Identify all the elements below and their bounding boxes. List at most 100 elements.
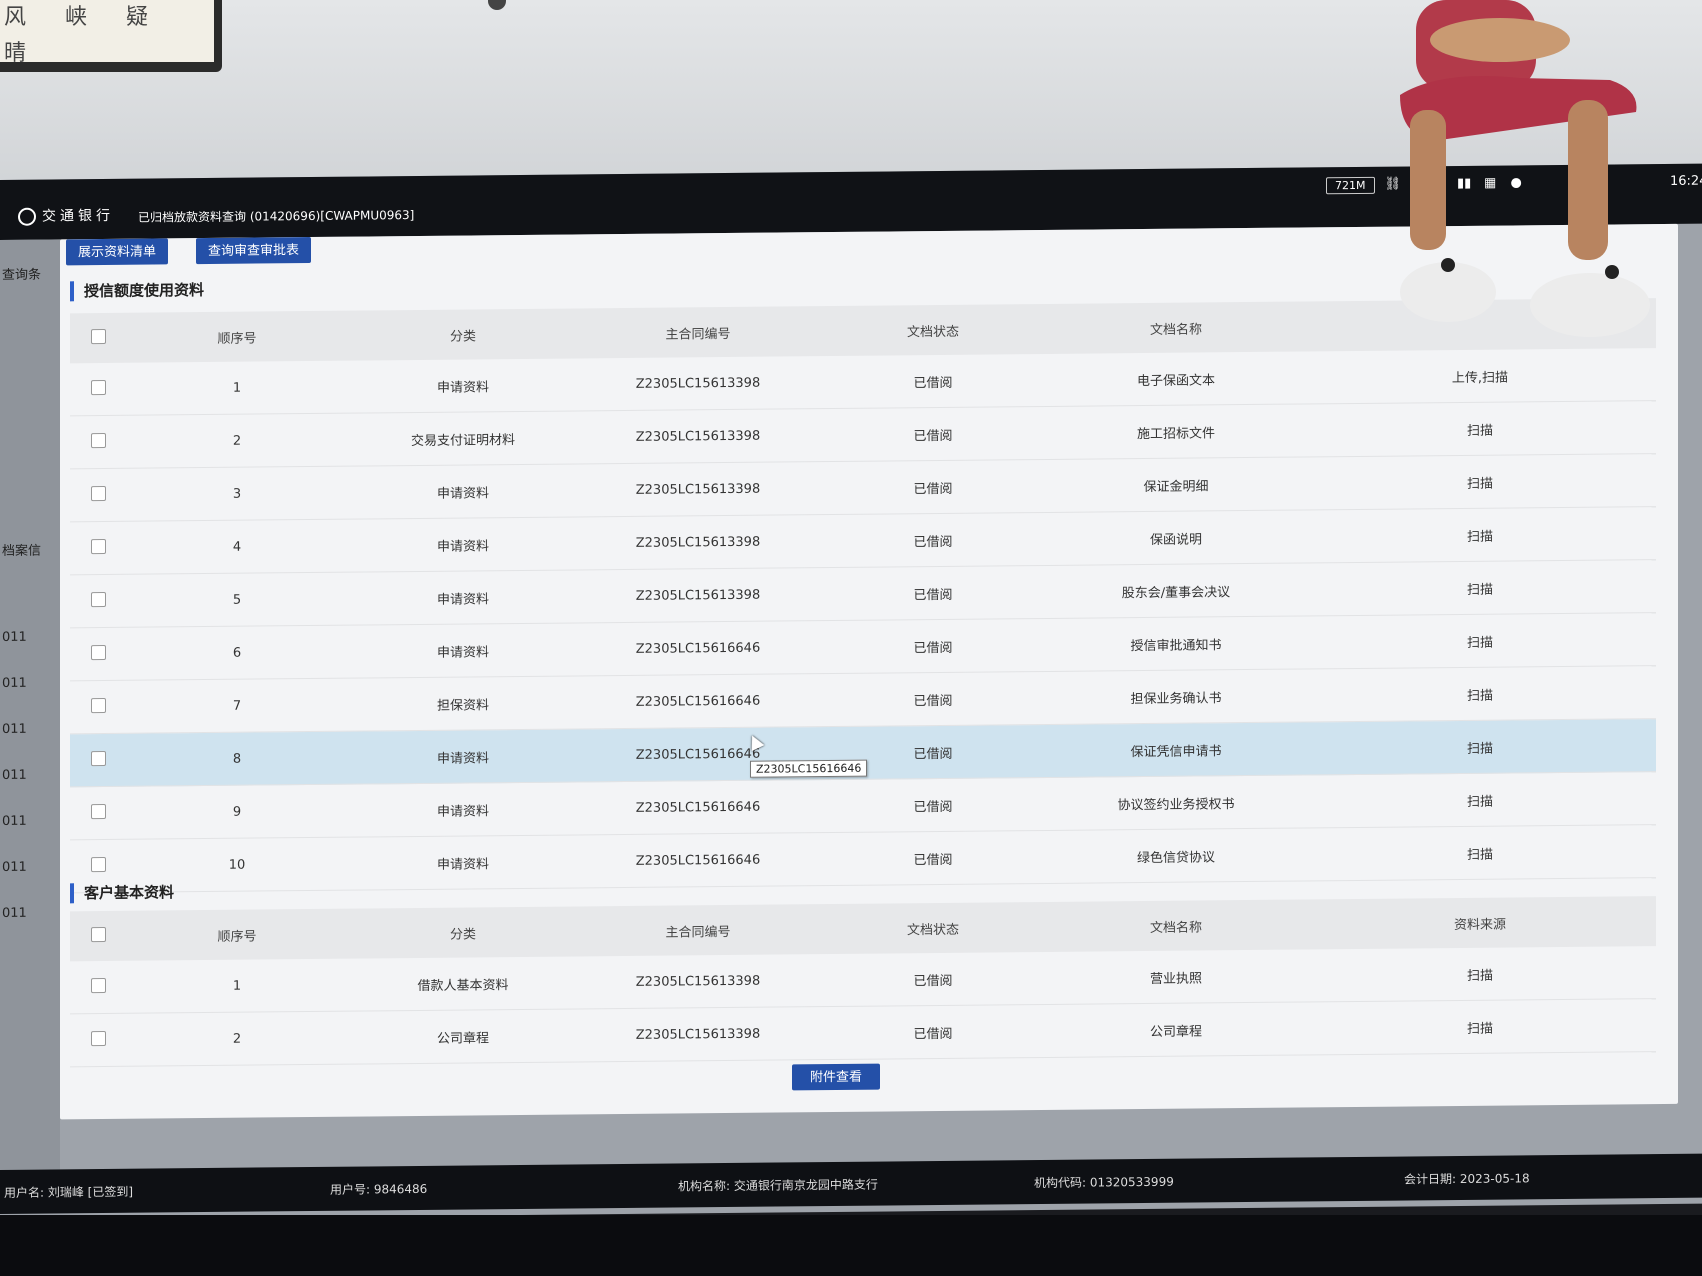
cell-doc-name: 公司章程: [1048, 1001, 1304, 1058]
wall-fixture: [488, 0, 506, 10]
credit-documents-table: 顺序号 分类 主合同编号 文档状态 文档名称 1 申请资料 Z2305LC15613…: [70, 298, 1656, 893]
cell-category: 交易支付证明材料: [348, 410, 578, 467]
bank-logo-icon: [18, 207, 36, 226]
select-all-checkbox[interactable]: [90, 328, 106, 344]
select-all-checkbox[interactable]: [90, 926, 106, 942]
cell-doc-name: 股东会/董事会决议: [1048, 562, 1304, 619]
row-checkbox[interactable]: [90, 977, 106, 993]
column-header: 文档状态: [818, 303, 1048, 357]
column-header: 顺序号: [126, 908, 348, 961]
cell-status: 已借阅: [818, 777, 1048, 833]
column-header: 文档名称: [1048, 301, 1304, 354]
row-checkbox[interactable]: [90, 803, 106, 819]
cell-category: 申请资料: [348, 358, 578, 414]
cell-contract: Z2305LC15613398: [578, 514, 818, 570]
cell-seq: 2: [126, 1011, 348, 1067]
row-select-cell: [70, 680, 126, 734]
column-header: 资料来源: [1304, 896, 1656, 950]
cell-source: 上传,扫描: [1304, 348, 1656, 404]
cell-contract: Z2305LC15613398: [578, 356, 818, 411]
cell-status: 已借阅: [818, 1004, 1048, 1060]
status-user-no: 用户号: 9846486: [330, 1181, 428, 1197]
cell-category: 申请资料: [348, 781, 578, 838]
code-label: 011: [2, 629, 27, 645]
cell-source: 扫描: [1304, 946, 1656, 1002]
brand-name: 交通银行: [42, 207, 114, 225]
column-header: 顺序号: [126, 310, 348, 363]
row-checkbox[interactable]: [90, 538, 106, 554]
row-select-cell: [70, 960, 126, 1014]
row-select-cell: [70, 362, 126, 416]
cell-doc-name: 电子保函文本: [1048, 351, 1304, 407]
cell-contract: Z2305LC15613398: [578, 954, 818, 1009]
column-header: 文档状态: [818, 901, 1048, 955]
column-header: 分类: [348, 308, 578, 361]
figurine-right-shoe: [1530, 273, 1650, 337]
code-label: 011: [2, 859, 27, 875]
cell-status: 已借阅: [818, 406, 1048, 462]
monitor-bezel: [0, 1215, 1702, 1276]
cell-contract: Z2305LC15616646: [578, 620, 818, 676]
cell-status: 已借阅: [818, 671, 1048, 727]
cell-seq: 9: [126, 784, 348, 840]
cell-doc-name: 保证金明细: [1048, 456, 1304, 513]
background-window-strip: 查询条 档案信 011 011 011 011 011 011 011: [0, 239, 60, 1171]
credit-section-title: 授信额度使用资料: [70, 280, 205, 302]
row-checkbox[interactable]: [90, 379, 106, 395]
cell-category: 公司章程: [348, 1008, 578, 1065]
code-label: 011: [2, 767, 27, 783]
cell-category: 申请资料: [348, 834, 578, 891]
row-select-cell: [70, 521, 126, 575]
row-select-cell: [70, 574, 126, 628]
row-checkbox[interactable]: [90, 485, 106, 501]
cell-category: 申请资料: [348, 516, 578, 573]
cell-category: 申请资料: [348, 569, 578, 626]
row-select-cell: [70, 733, 126, 787]
row-checkbox[interactable]: [90, 856, 106, 872]
row-checkbox[interactable]: [90, 644, 106, 660]
row-select-cell: [70, 786, 126, 840]
column-header: 分类: [348, 906, 578, 959]
row-checkbox[interactable]: [90, 1030, 106, 1046]
cell-status: 已借阅: [818, 951, 1048, 1007]
figurine-left-leg: [1410, 110, 1446, 250]
select-all-cell: [70, 312, 126, 364]
contract-tooltip: Z2305LC15616646: [750, 759, 868, 778]
figurine-right-logo: [1605, 265, 1619, 279]
code-label: 011: [2, 675, 27, 691]
row-checkbox[interactable]: [90, 750, 106, 766]
cell-doc-name: 担保业务确认书: [1048, 668, 1304, 725]
cell-source: 扫描: [1304, 453, 1656, 510]
cell-contract: Z2305LC15616646: [578, 832, 818, 888]
documents-panel: 展示资料清单 查询审查审批表 授信额度使用资料 顺序号 分类 主合同编号 文档状…: [60, 223, 1678, 1120]
cell-seq: 6: [126, 625, 348, 681]
cell-category: 申请资料: [348, 622, 578, 679]
status-org-name: 机构名称: 交通银行南京龙园中路支行: [678, 1177, 878, 1194]
row-checkbox[interactable]: [90, 697, 106, 713]
view-attachments-button[interactable]: 附件查看: [792, 1063, 881, 1091]
cell-contract: Z2305LC15616646: [578, 673, 818, 729]
status-bar: 用户名: 刘瑞峰 [已签到] 用户号: 9846486 机构名称: 交通银行南京…: [0, 1153, 1702, 1214]
cell-doc-name: 施工招标文件: [1048, 403, 1304, 460]
cell-source: 扫描: [1304, 718, 1656, 775]
figurine-right-leg: [1568, 100, 1608, 260]
cell-contract: Z2305LC15616646: [578, 779, 818, 835]
cell-status: 已借阅: [818, 618, 1048, 674]
cell-doc-name: 保证凭信申请书: [1048, 721, 1304, 778]
cell-category: 担保资料: [348, 675, 578, 732]
show-list-button[interactable]: 展示资料清单: [66, 238, 169, 266]
wall-calligraphy-frame: 风 峡 疑 晴: [0, 0, 222, 72]
row-checkbox[interactable]: [90, 432, 106, 448]
row-checkbox[interactable]: [90, 591, 106, 607]
code-label: 011: [2, 721, 27, 737]
cell-seq: 8: [126, 731, 348, 787]
link-icon[interactable]: ⛓: [1385, 177, 1402, 193]
query-approval-button[interactable]: 查询审查审批表: [196, 237, 312, 265]
column-header: 主合同编号: [578, 306, 818, 359]
cell-source: 扫描: [1304, 824, 1656, 881]
cell-category: 申请资料: [348, 463, 578, 520]
basketball-figurine: [1400, 0, 1650, 337]
cell-status: 已借阅: [818, 512, 1048, 568]
cell-contract: Z2305LC15613398: [578, 1006, 818, 1062]
cell-source: 扫描: [1304, 998, 1656, 1055]
